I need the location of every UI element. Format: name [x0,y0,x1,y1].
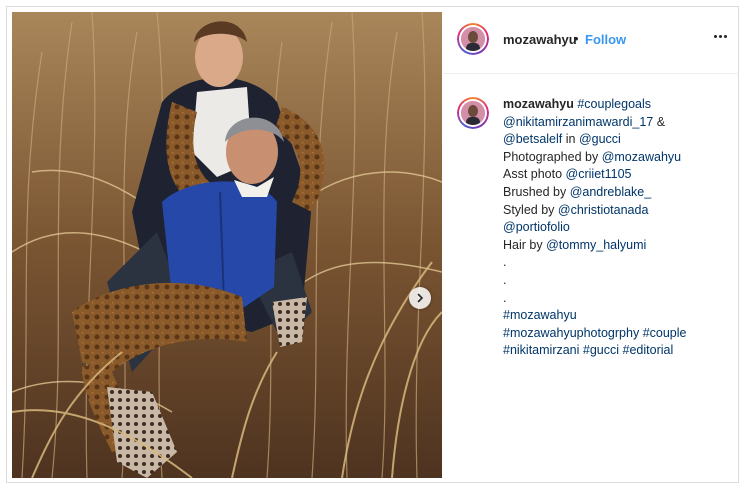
chevron-right-icon [417,293,424,303]
caption-text: Photographed by [503,149,602,164]
caption-line: @betsalelf in @gucci [503,131,733,149]
mention-link[interactable]: @tommy_halyumi [546,238,646,252]
more-options-icon[interactable] [714,34,728,40]
caption-avatar[interactable] [457,97,489,129]
mention-link[interactable]: @christiotanada [558,203,649,217]
caption-line: #nikitamirzani #gucci #editorial [503,342,733,360]
caption-line: #mozawahyuphotogrphy #couple [503,325,733,343]
hashtag-link[interactable]: #gucci [583,343,619,357]
caption-line: @portiofolio [503,219,733,237]
hashtag-link[interactable]: #couple [643,326,687,340]
hashtag-link[interactable]: #mozawahyuphotogrphy [503,326,639,340]
caption-line: Styled by @christiotanada [503,202,733,220]
mention-link[interactable]: @andreblake_ [570,185,652,199]
post-author-username[interactable]: mozawahyu [503,32,577,47]
caption-line: Hair by @tommy_halyumi [503,237,733,255]
caption-text: Brushed by [503,184,570,199]
caption-text: & [653,114,666,129]
post-caption: mozawahyu #couplegoals @nikitamirzanimaw… [503,96,733,360]
caption-line: Asst photo @criiet1105 [503,166,733,184]
mention-link[interactable]: @portiofolio [503,220,570,234]
mention-link[interactable]: @criiet1105 [566,167,632,181]
post-photo[interactable] [12,12,442,478]
caption-line: . [503,254,733,272]
caption-text: . [503,290,507,305]
hashtag-link[interactable]: #nikitamirzani [503,343,579,357]
hashtag-link[interactable]: #mozawahyu [503,308,577,322]
photo-couple-in-grass [12,12,442,478]
profile-picture [461,27,485,51]
caption-first-line: mozawahyu #couplegoals [503,96,733,114]
avatar[interactable] [457,23,489,55]
caption-text: Styled by [503,202,558,217]
post-header: mozawahyu • Follow [443,7,738,74]
mention-link[interactable]: @nikitamirzanimawardi_17 [503,115,653,129]
hashtag-link[interactable]: #editorial [623,343,674,357]
mention-link[interactable]: @gucci [579,132,621,146]
mention-link[interactable]: @mozawahyu [602,150,681,164]
caption-line: #mozawahyu [503,307,733,325]
caption-line: Brushed by @andreblake_ [503,184,733,202]
caption-text: in [562,132,579,147]
post-sidebar: mozawahyu • Follow mozawahyu #couplegoal… [443,7,738,482]
separator-dot: • [574,31,579,46]
caption-text: Asst photo [503,167,566,182]
follow-button[interactable]: Follow [585,32,626,47]
caption-text: . [503,272,507,287]
caption-username[interactable]: mozawahyu [503,97,574,111]
next-photo-button[interactable] [409,287,431,309]
caption-text: . [503,255,507,270]
caption-text: Hair by [503,237,547,252]
caption-line: . [503,272,733,290]
caption-line: Photographed by @mozawahyu [503,149,733,167]
mention-link[interactable]: @betsalelf [503,132,562,146]
profile-picture [461,101,485,125]
instagram-post: mozawahyu • Follow mozawahyu #couplegoal… [6,6,739,483]
caption-line: @nikitamirzanimawardi_17 & [503,114,733,132]
hashtag-link[interactable]: #couplegoals [577,97,651,111]
caption-line: . [503,290,733,308]
